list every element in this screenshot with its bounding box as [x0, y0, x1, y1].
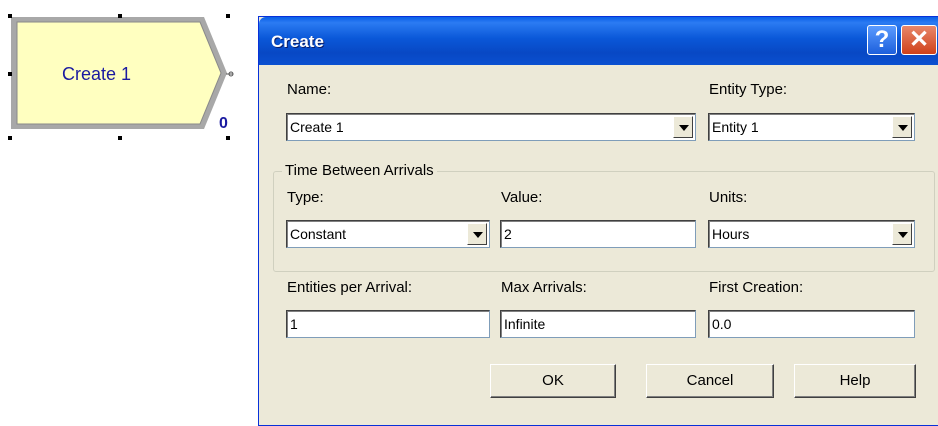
value-value: 2	[504, 226, 512, 242]
value-label: Value:	[501, 189, 543, 206]
selection-handle[interactable]	[8, 72, 12, 76]
help-button[interactable]: Help	[794, 364, 916, 398]
name-combobox[interactable]: Create 1	[286, 113, 696, 141]
max-arrivals-label: Max Arrivals:	[501, 279, 587, 296]
type-value: Constant	[290, 226, 347, 242]
entity-type-value: Entity 1	[712, 119, 759, 135]
dialog-title: Create	[271, 32, 324, 51]
create-module[interactable]: Create 1 0	[0, 0, 250, 150]
units-combobox[interactable]: Hours	[708, 220, 915, 248]
chevron-down-icon[interactable]	[892, 116, 912, 138]
entity-count: 0	[219, 115, 228, 132]
entities-per-arrival-label: Entities per Arrival:	[287, 279, 413, 296]
selection-handle[interactable]	[118, 136, 122, 140]
selection-handle[interactable]	[8, 136, 12, 140]
first-creation-label: First Creation:	[709, 279, 804, 296]
selection-handle[interactable]	[226, 136, 230, 140]
ok-button[interactable]: OK	[490, 364, 616, 398]
cancel-button[interactable]: Cancel	[646, 364, 774, 398]
close-icon[interactable]: ✕	[901, 25, 937, 55]
chevron-down-icon[interactable]	[467, 223, 487, 245]
selection-handle[interactable]	[226, 14, 230, 18]
selection-handle[interactable]	[8, 14, 12, 18]
units-label: Units:	[709, 189, 748, 206]
max-arrivals-value: Infinite	[504, 316, 546, 332]
name-label: Name:	[287, 81, 332, 98]
name-value: Create 1	[290, 119, 344, 135]
units-value: Hours	[712, 226, 750, 242]
help-icon[interactable]: ?	[867, 25, 897, 55]
create-dialog: Create ? ✕ Name: Create 1 Entity Type: E…	[258, 16, 938, 426]
entities-per-arrival-value: 1	[290, 316, 298, 332]
type-label: Type:	[287, 189, 324, 206]
module-label: Create 1	[62, 64, 132, 84]
entity-type-label: Entity Type:	[709, 81, 788, 98]
type-combobox[interactable]: Constant	[286, 220, 490, 248]
title-bar[interactable]: Create ? ✕	[259, 17, 938, 65]
first-creation-input[interactable]: 0.0	[708, 310, 915, 338]
entities-per-arrival-input[interactable]: 1	[286, 310, 490, 338]
entity-type-combobox[interactable]: Entity 1	[708, 113, 915, 141]
chevron-down-icon[interactable]	[673, 116, 693, 138]
selection-handle[interactable]	[118, 14, 122, 18]
chevron-down-icon[interactable]	[892, 223, 912, 245]
group-title: Time Between Arrivals	[282, 162, 437, 179]
value-input[interactable]: 2	[500, 220, 696, 248]
first-creation-value: 0.0	[712, 316, 732, 332]
max-arrivals-input[interactable]: Infinite	[500, 310, 696, 338]
